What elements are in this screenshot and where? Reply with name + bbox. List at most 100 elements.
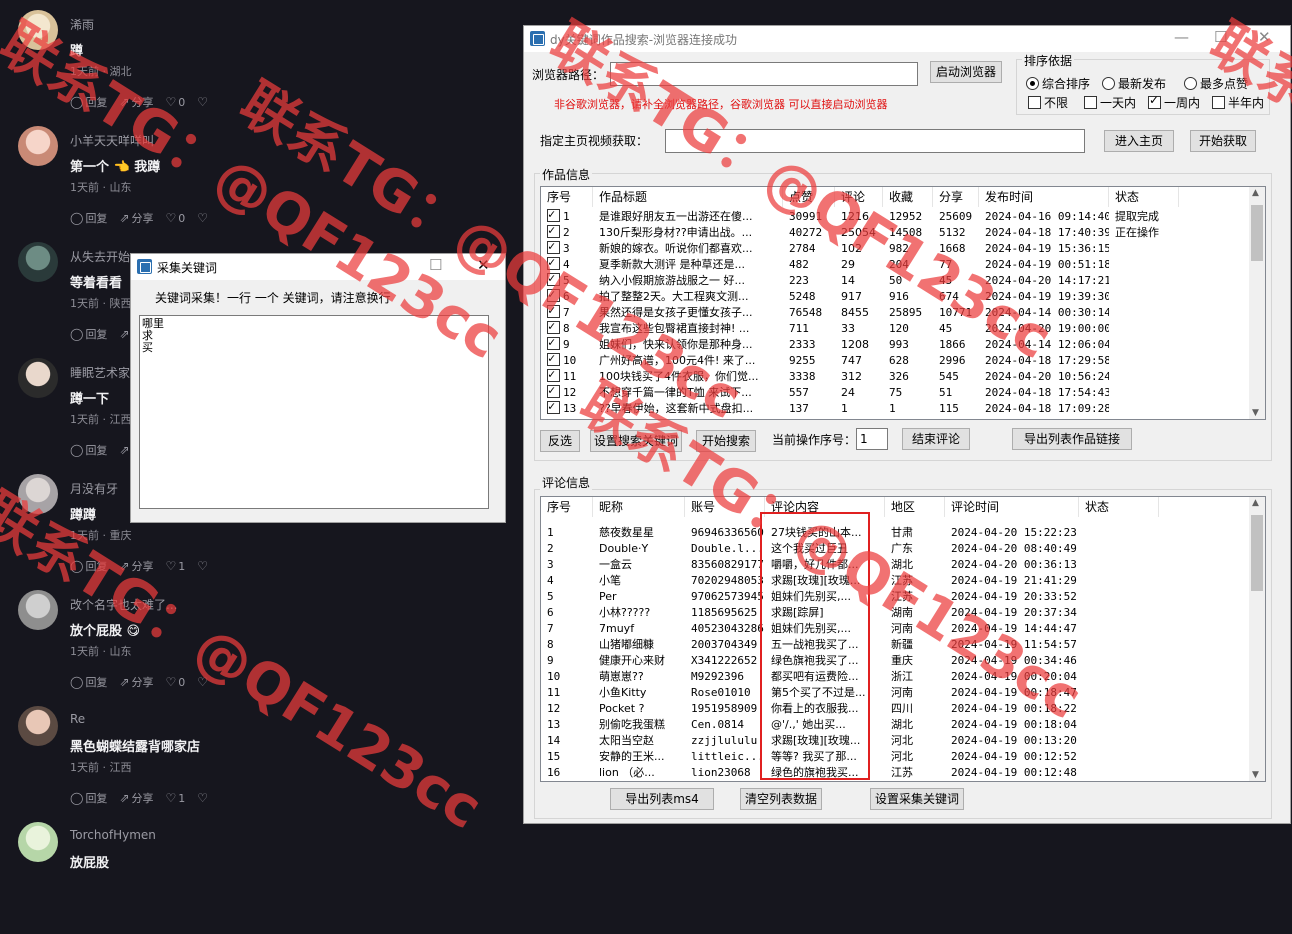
close-icon[interactable]: ✕ xyxy=(1258,28,1271,46)
homepage-input[interactable] xyxy=(665,129,1085,153)
keywords-textarea[interactable] xyxy=(139,315,489,509)
table-row[interactable]: 13 ??早春伊始，这套新中式盘扣... 137 1 1 115 2024-04-18 17… xyxy=(541,401,1179,417)
start-browser-button[interactable]: 启动浏览器 xyxy=(930,61,1002,83)
avatar[interactable] xyxy=(18,822,58,862)
sort-option-1[interactable]: 最新发布 xyxy=(1102,75,1166,92)
set-collect-keywords-button[interactable]: 设置采集关键词 xyxy=(870,788,964,810)
time-option-2[interactable]: 一周内 xyxy=(1148,93,1200,111)
table-row[interactable]: 5 纳入小假期旅游战服之一 好... 223 14 50 45 2024-04-20 14:… xyxy=(541,273,1179,289)
column-header[interactable]: 点赞 xyxy=(783,187,835,207)
comments-list[interactable]: 序号 昵称 账号 评论内容 地区 评论时间 状态 ▲ ▼ 1 慈夜数星星 96946336560 2… xyxy=(540,496,1266,782)
time-option-0[interactable]: 不限 xyxy=(1028,94,1068,111)
table-row[interactable]: 6 拍了整整2天。大工程爽文测... 5248 917 916 674 2024-04-19… xyxy=(541,289,1179,305)
table-row[interactable]: 4 夏季新款大测评 是种草还是... 482 29 204 77 2024-04-19 00… xyxy=(541,257,1179,273)
scroll-thumb[interactable] xyxy=(1251,515,1263,591)
enter-home-button[interactable]: 进入主页 xyxy=(1104,130,1174,152)
scroll-down-icon[interactable]: ▼ xyxy=(1252,408,1259,418)
commenter-name[interactable]: 睡眠艺术家 xyxy=(70,364,130,381)
reply-button[interactable]: ◯ 回复 xyxy=(70,210,107,226)
row-checkbox-icon[interactable] xyxy=(547,337,560,350)
reply-button[interactable]: ◯ 回复 xyxy=(70,442,107,458)
dislike-button[interactable]: ♡ xyxy=(197,559,208,573)
table-row[interactable]: 7 果然还得是女孩子更懂女孩子... 76548 8455 25895 10771 2024… xyxy=(541,305,1179,321)
column-header[interactable]: 状态 xyxy=(1079,497,1159,517)
end-comments-button[interactable]: 结束评论 xyxy=(902,428,970,450)
share-button[interactable]: ⇗分享 xyxy=(119,558,153,574)
clear-data-button[interactable]: 清空列表数据 xyxy=(740,788,822,810)
column-header[interactable]: 分享 xyxy=(933,187,979,207)
column-header[interactable]: 账号 xyxy=(685,497,765,517)
table-row[interactable]: 2 130斤梨形身材??申请出战。... 40272 25054 14508 5132 20… xyxy=(541,225,1179,241)
commenter-name[interactable]: 改个名字也太难了... xyxy=(70,596,177,613)
row-checkbox-icon[interactable] xyxy=(547,353,560,366)
avatar[interactable] xyxy=(18,474,58,514)
row-checkbox-icon[interactable] xyxy=(547,385,560,398)
comments-scrollbar[interactable]: ▲ ▼ xyxy=(1249,497,1265,781)
works-list[interactable]: 序号作品标题点赞评论收藏分享发布时间状态 ▲▼ 1是谁跟好朋友五一出游还在傻..… xyxy=(540,186,1266,420)
row-checkbox-icon[interactable] xyxy=(547,369,560,382)
share-button[interactable]: ⇗分享 xyxy=(119,674,153,690)
row-checkbox-icon[interactable] xyxy=(547,289,560,302)
current-index-input[interactable]: 1 xyxy=(856,428,888,450)
commenter-name[interactable]: Re xyxy=(70,712,85,726)
column-header[interactable]: 发布时间 xyxy=(979,187,1109,207)
table-row[interactable]: 8 我宣布这些包臀裙直接封神! ... 711 33 120 45 2024-04-20 1… xyxy=(541,321,1179,337)
dislike-button[interactable]: ♡ xyxy=(197,675,208,689)
avatar[interactable] xyxy=(18,242,58,282)
commenter-name[interactable]: 月没有牙 xyxy=(70,480,118,497)
row-checkbox-icon[interactable] xyxy=(547,209,560,222)
dislike-button[interactable]: ♡ xyxy=(197,211,208,225)
like-button[interactable]: ♡0 xyxy=(166,95,186,109)
table-row[interactable]: 11 100块钱买了4件衣服，你们觉... 3338 312 326 545 2024-04… xyxy=(541,369,1179,385)
table-row[interactable]: 3 新娘的嫁衣。听说你们都喜欢... 2784 102 982 1668 2024-04-1… xyxy=(541,241,1179,257)
reply-button[interactable]: ◯ 回复 xyxy=(70,558,107,574)
avatar[interactable] xyxy=(18,358,58,398)
like-button[interactable]: ♡0 xyxy=(166,675,186,689)
maximize-icon[interactable]: ☐ xyxy=(1214,28,1227,46)
table-row[interactable]: 1 是谁跟好朋友五一出游还在傻... 30991 1216 12952 25609 2024… xyxy=(541,209,1179,225)
row-checkbox-icon[interactable] xyxy=(547,321,560,334)
avatar[interactable] xyxy=(18,10,58,50)
table-row[interactable]: 12 不想穿千篇一律的T恤 来试下... 557 24 75 51 2024-04-18 1… xyxy=(541,385,1179,401)
table-row[interactable]: 10 广州好高谱，100元4件! 来了... 9255 747 628 2996 2024-… xyxy=(541,353,1179,369)
column-header[interactable]: 地区 xyxy=(885,497,945,517)
column-header[interactable]: 序号 xyxy=(541,497,593,517)
close-icon[interactable]: ✕ xyxy=(477,256,490,274)
time-option-1[interactable]: 一天内 xyxy=(1084,94,1136,111)
row-checkbox-icon[interactable] xyxy=(547,225,560,238)
row-checkbox-icon[interactable] xyxy=(547,257,560,270)
column-header[interactable]: 评论 xyxy=(835,187,883,207)
row-checkbox-icon[interactable] xyxy=(547,401,560,414)
scroll-down-icon[interactable]: ▼ xyxy=(1252,770,1259,780)
maximize-icon[interactable]: ☐ xyxy=(429,256,442,274)
browser-path-input[interactable] xyxy=(610,62,918,86)
start-search-button[interactable]: 开始搜索 xyxy=(696,430,756,452)
reply-button[interactable]: ◯ 回复 xyxy=(70,94,107,110)
dislike-button[interactable]: ♡ xyxy=(197,95,208,109)
share-button[interactable]: ⇗分享 xyxy=(119,210,153,226)
share-button[interactable]: ⇗分享 xyxy=(119,94,153,110)
commenter-name[interactable]: TorchofHymen xyxy=(70,828,156,842)
export-links-button[interactable]: 导出列表作品链接 xyxy=(1012,428,1132,450)
reply-button[interactable]: ◯ 回复 xyxy=(70,326,107,342)
start-fetch-button[interactable]: 开始获取 xyxy=(1190,130,1256,152)
row-checkbox-icon[interactable] xyxy=(547,305,560,318)
column-header[interactable]: 昵称 xyxy=(593,497,685,517)
row-checkbox-icon[interactable] xyxy=(547,241,560,254)
commenter-name[interactable]: 小羊天天咩咩叫 xyxy=(70,132,154,149)
invert-selection-button[interactable]: 反选 xyxy=(540,430,580,452)
scroll-up-icon[interactable]: ▲ xyxy=(1252,498,1259,508)
like-button[interactable]: ♡0 xyxy=(166,211,186,225)
works-scrollbar[interactable]: ▲ ▼ xyxy=(1249,187,1265,419)
table-row[interactable]: 9 姐妹们，快来认领你是那种身... 2333 1208 993 1866 2024-04-… xyxy=(541,337,1179,353)
set-search-keywords-button[interactable]: 设置搜索关键词 xyxy=(590,430,682,452)
column-header[interactable]: 评论时间 xyxy=(945,497,1079,517)
like-button[interactable]: ♡ 1 xyxy=(166,791,186,805)
avatar[interactable] xyxy=(18,126,58,166)
sort-option-2[interactable]: 最多点赞 xyxy=(1184,75,1248,92)
like-button[interactable]: ♡ 1 xyxy=(166,559,186,573)
reply-button[interactable]: ◯ 回复 xyxy=(70,674,107,690)
time-option-3[interactable]: 半年内 xyxy=(1212,94,1264,111)
commenter-name[interactable]: 浠雨 xyxy=(70,16,94,33)
column-header[interactable]: 收藏 xyxy=(883,187,933,207)
